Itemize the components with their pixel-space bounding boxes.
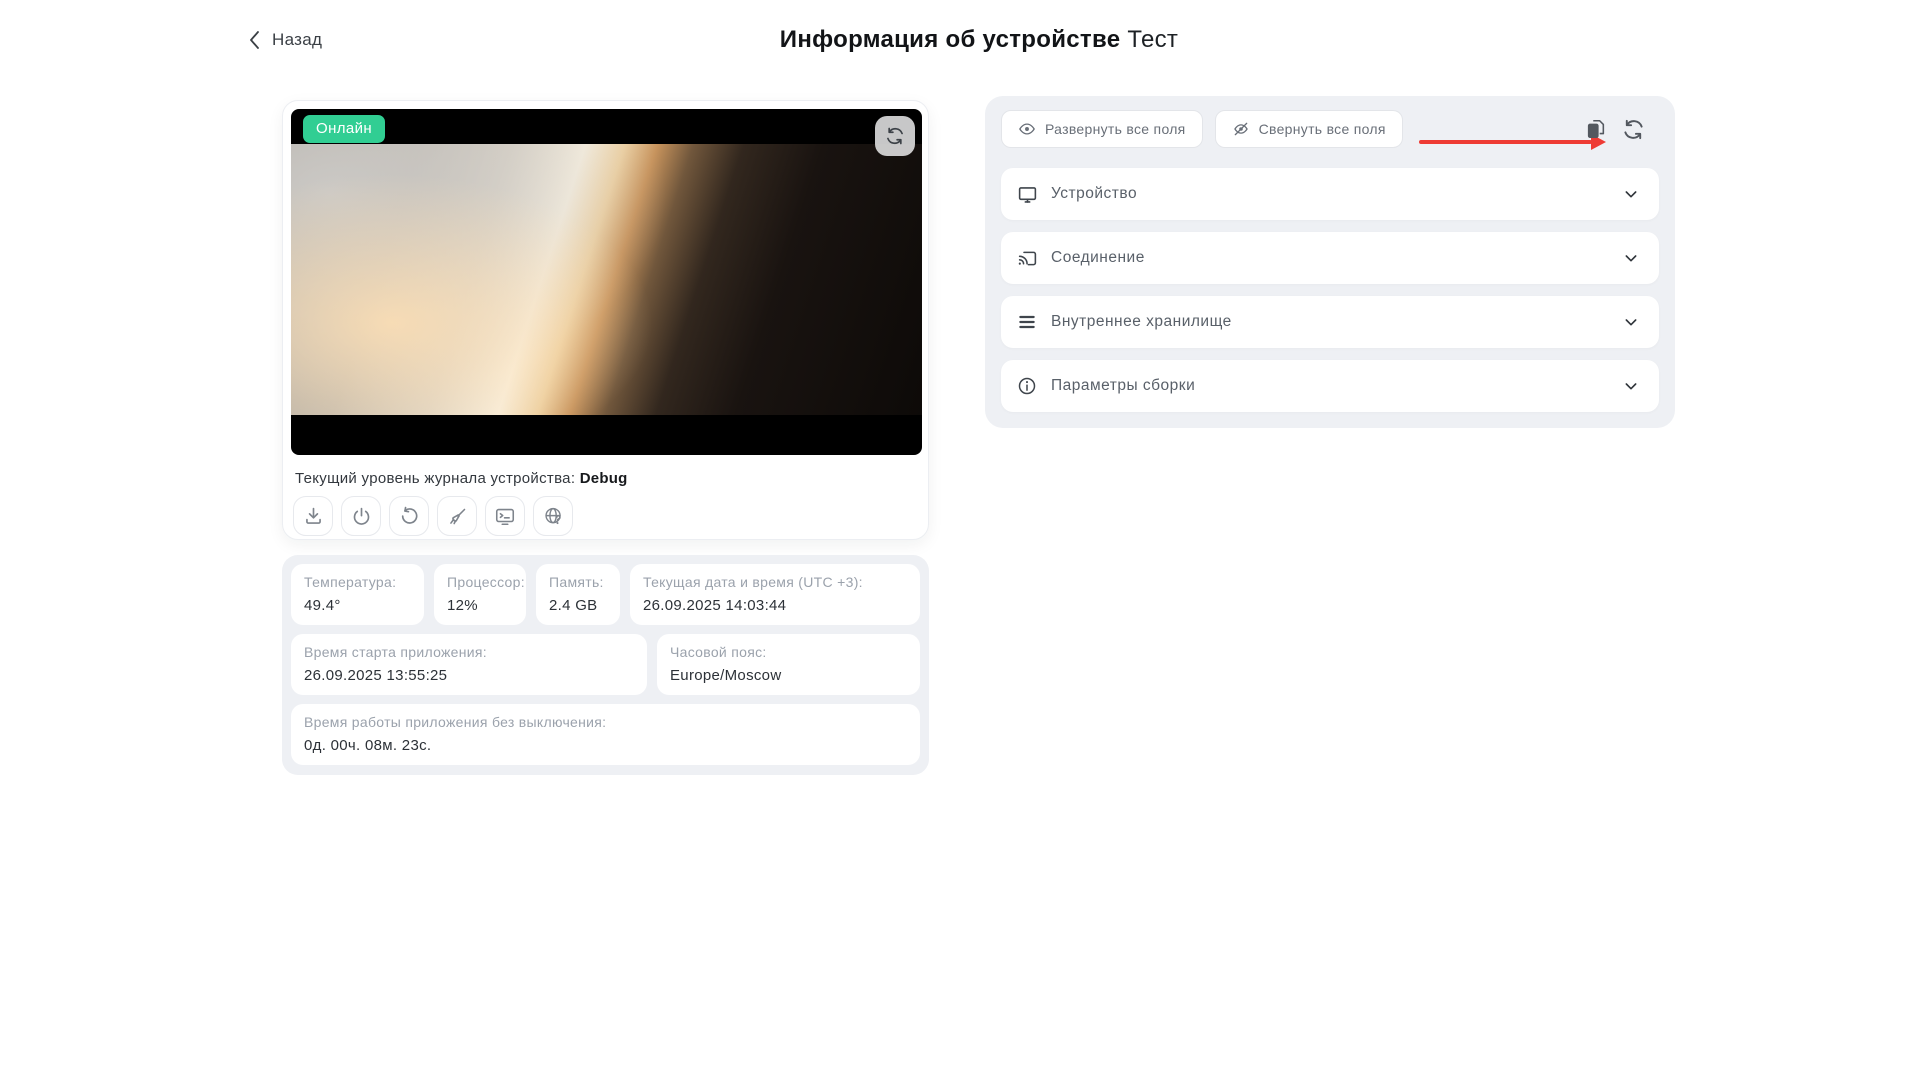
- expand-all-button[interactable]: Развернуть все поля: [1001, 110, 1203, 148]
- annotation-arrow-shaft: [1419, 140, 1592, 144]
- globe-question-icon: [543, 506, 564, 527]
- stat-label: Память:: [549, 574, 604, 590]
- collapse-all-label: Свернуть все поля: [1258, 121, 1386, 137]
- power-icon: [351, 506, 372, 527]
- device-stats-panel: Температура: 49.4° Процессор: 12% Память…: [282, 555, 929, 775]
- stat-value: Europe/Moscow: [670, 667, 782, 684]
- camera-stream-preview: Онлайн: [291, 109, 922, 455]
- section-label: Параметры сборки: [1051, 377, 1196, 394]
- section-label: Устройство: [1051, 185, 1138, 202]
- device-actions-row: [293, 496, 920, 536]
- stat-temperature: Температура: 49.4°: [291, 564, 424, 625]
- eye-icon: [1018, 120, 1036, 138]
- stats-row-2: Время старта приложения: 26.09.2025 13:5…: [291, 634, 920, 695]
- clean-button[interactable]: [437, 496, 477, 536]
- stat-value: 2.4 GB: [549, 597, 598, 614]
- stat-value: 26.09.2025 13:55:25: [304, 667, 448, 684]
- cast-icon: [1016, 248, 1038, 269]
- stat-value: 49.4°: [304, 597, 341, 614]
- stat-timezone: Часовой пояс: Europe/Moscow: [657, 634, 920, 695]
- stat-label: Процессор:: [447, 574, 525, 590]
- chevron-down-icon: [1623, 314, 1639, 330]
- chevron-left-icon: [248, 30, 262, 50]
- restart-button[interactable]: [389, 496, 429, 536]
- log-level-value: Debug: [579, 470, 628, 487]
- stat-label: Температура:: [304, 574, 397, 590]
- stream-frame: [291, 144, 922, 415]
- device-info-page: Назад Информация об устройстве Тест Онла…: [0, 0, 1920, 1080]
- copy-icon: [1585, 118, 1607, 140]
- stat-value: 0д. 00ч. 08м. 23с.: [304, 737, 432, 754]
- stats-row-1: Температура: 49.4° Процессор: 12% Память…: [291, 564, 920, 625]
- section-connection[interactable]: Соединение: [1001, 232, 1659, 284]
- section-label: Внутреннее хранилище: [1051, 313, 1232, 330]
- log-level-label: Текущий уровень журнала устройства:: [295, 470, 576, 487]
- stat-app-start-time: Время старта приложения: 26.09.2025 13:5…: [291, 634, 647, 695]
- eye-off-icon: [1232, 120, 1250, 138]
- device-name: Тест: [1127, 26, 1179, 53]
- stat-current-datetime: Текущая дата и время (UTC +3): 26.09.202…: [630, 564, 920, 625]
- broom-icon: [447, 506, 468, 527]
- section-label: Соединение: [1051, 249, 1145, 266]
- chevron-down-icon: [1623, 186, 1639, 202]
- info-panel-header-icons: [1582, 115, 1647, 143]
- stat-value: 26.09.2025 14:03:44: [643, 597, 787, 614]
- storage-icon: [1016, 312, 1038, 332]
- page-title: Информация об устройстве Тест: [284, 26, 1674, 54]
- restart-icon: [399, 506, 420, 527]
- section-device[interactable]: Устройство: [1001, 168, 1659, 220]
- refresh-icon: [885, 126, 905, 146]
- stat-label: Время старта приложения:: [304, 644, 487, 660]
- download-logs-button[interactable]: [293, 496, 333, 536]
- terminal-icon: [494, 505, 516, 527]
- monitor-icon: [1016, 184, 1038, 205]
- stat-label: Время работы приложения без выключения:: [304, 714, 607, 730]
- annotation-arrow: [1419, 134, 1606, 150]
- section-build-parameters[interactable]: Параметры сборки: [1001, 360, 1659, 412]
- network-check-button[interactable]: [533, 496, 573, 536]
- info-sections-list: Устройство Соединение Внутреннее хранили…: [1001, 168, 1659, 412]
- download-icon: [303, 506, 324, 527]
- device-preview-card: Онлайн Текущий уровень журнала устройств…: [282, 100, 929, 540]
- status-badge: Онлайн: [303, 115, 386, 143]
- stream-refresh-button[interactable]: [875, 116, 915, 156]
- section-internal-storage[interactable]: Внутреннее хранилище: [1001, 296, 1659, 348]
- refresh-icon: [1622, 118, 1645, 141]
- log-level-line: Текущий уровень журнала устройства: Debu…: [295, 470, 916, 487]
- terminal-button[interactable]: [485, 496, 525, 536]
- chevron-down-icon: [1623, 250, 1639, 266]
- info-icon: [1016, 376, 1038, 396]
- stat-label: Часовой пояс:: [670, 644, 767, 660]
- stat-memory: Память: 2.4 GB: [536, 564, 620, 625]
- page-title-main: Информация об устройстве: [779, 26, 1121, 53]
- power-button[interactable]: [341, 496, 381, 536]
- stat-label: Текущая дата и время (UTC +3):: [643, 574, 863, 590]
- expand-all-label: Развернуть все поля: [1045, 121, 1186, 137]
- refresh-fields-button[interactable]: [1619, 115, 1647, 143]
- stats-row-3: Время работы приложения без выключения: …: [291, 704, 920, 765]
- collapse-all-button[interactable]: Свернуть все поля: [1214, 110, 1403, 148]
- info-panel-header: Развернуть все поля Свернуть все поля: [1001, 110, 1659, 150]
- stat-uptime: Время работы приложения без выключения: …: [291, 704, 920, 765]
- stat-cpu: Процессор: 12%: [434, 564, 526, 625]
- stat-value: 12%: [447, 597, 478, 614]
- chevron-down-icon: [1623, 378, 1639, 394]
- device-info-panel: Развернуть все поля Свернуть все поля Ус…: [985, 96, 1675, 428]
- copy-button[interactable]: [1582, 115, 1610, 143]
